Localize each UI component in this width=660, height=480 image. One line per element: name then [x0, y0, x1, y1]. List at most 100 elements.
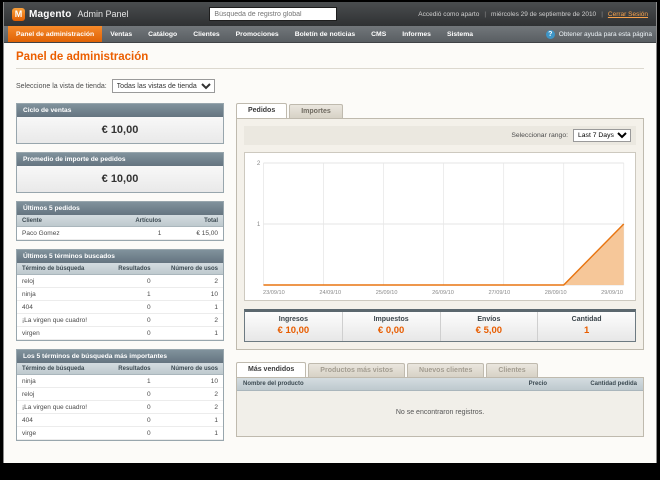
cell-uses: 1	[155, 300, 223, 314]
cell-uses: 2	[155, 400, 223, 414]
cell-uses: 2	[155, 387, 223, 401]
table-row[interactable]: 404 0 1	[17, 300, 223, 314]
table-row[interactable]: reloj 0 2	[17, 274, 223, 288]
store-view-label: Seleccione la vista de tienda:	[16, 82, 107, 90]
y-axis-label: 2	[257, 160, 261, 167]
table-row[interactable]: ninja 1 10	[17, 374, 223, 388]
col-usos: Número de usos	[155, 363, 223, 375]
cell-cliente: Paco Gomez	[17, 226, 103, 240]
cell-results: 0	[105, 326, 156, 340]
table-row[interactable]: virge 0 1	[17, 426, 223, 440]
table-header-row: Término de búsqueda Resultados Número de…	[17, 263, 223, 275]
cell-term: 404	[17, 300, 106, 314]
table-row[interactable]: 404 0 1	[17, 413, 223, 427]
magento-logo: M Magento Admin Panel	[12, 7, 129, 21]
page-title: Panel de administración	[16, 51, 644, 69]
nav-item-boletin[interactable]: Boletín de noticias	[287, 26, 363, 42]
table-row[interactable]: virgen 0 1	[17, 326, 223, 340]
total-envios: Envíos € 5,00	[441, 312, 539, 341]
table-row[interactable]: reloj 0 2	[17, 387, 223, 401]
nav-item-clientes[interactable]: Clientes	[185, 26, 227, 42]
nav-item-promociones[interactable]: Promociones	[228, 26, 287, 42]
tab-nuevos-clientes[interactable]: Nuevos clientes	[407, 363, 485, 377]
cell-uses: 10	[155, 374, 223, 388]
nav-item-cms[interactable]: CMS	[363, 26, 394, 42]
x-axis-label: 23/09/10	[263, 290, 285, 296]
cell-uses: 2	[155, 313, 223, 327]
col-cliente: Cliente	[17, 215, 103, 227]
x-axis-label: 26/09/10	[432, 290, 454, 296]
last-search-title: Últimos 5 términos buscados	[17, 250, 223, 263]
top-header: M Magento Admin Panel Accedió como apart…	[4, 2, 656, 26]
logout-link[interactable]: Cerrar Sesión	[608, 11, 648, 18]
divider: |	[601, 10, 603, 18]
tab-pedidos[interactable]: Pedidos	[236, 103, 288, 118]
total-value: 1	[583, 325, 590, 336]
cell-uses: 2	[155, 274, 223, 288]
col-total: Total	[166, 215, 223, 227]
table-row[interactable]: ninja 1 10	[17, 287, 223, 301]
col-usos: Número de usos	[155, 263, 223, 275]
cell-term: virge	[17, 426, 106, 440]
main-nav: Panel de administración Ventas Catálogo …	[4, 26, 656, 43]
bestsellers-grid: Nombre del producto Precio Cantidad pedi…	[236, 377, 644, 437]
cell-term: reloj	[17, 274, 106, 288]
table-row[interactable]: ¡La virgen que cuadro! 0 2	[17, 400, 223, 414]
tab-mas-vendidos[interactable]: Más vendidos	[236, 362, 307, 377]
tab-importes[interactable]: Importes	[289, 104, 343, 118]
cell-results: 0	[105, 387, 156, 401]
magento-logo-icon: M	[12, 7, 25, 21]
table-header-row: Cliente Artículos Total	[17, 215, 223, 227]
cell-term: ¡La virgen que cuadro!	[17, 400, 106, 414]
nav-item-dashboard[interactable]: Panel de administración	[8, 26, 103, 42]
date-text: miércoles 29 de septiembre de 2010	[491, 10, 597, 18]
cell-results: 0	[105, 300, 156, 314]
cell-term: ninja	[17, 374, 106, 388]
user-info: Accedió como aparto | miércoles 29 de se…	[418, 11, 648, 18]
nav-item-sistema[interactable]: Sistema	[439, 26, 481, 42]
global-search-input[interactable]	[209, 7, 338, 21]
table-row[interactable]: ¡La virgen que cuadro! 0 2	[17, 313, 223, 327]
help-link[interactable]: ? Obtener ayuda para esta página	[545, 26, 652, 42]
col-product-name: Nombre del producto	[243, 381, 304, 387]
chart-x-axis: 23/09/10 24/09/10 25/09/10 26/09/10 27/09/10…	[249, 289, 631, 298]
total-value: € 0,00	[377, 325, 405, 336]
y-axis-label: 1	[257, 221, 261, 228]
help-icon: ?	[545, 29, 555, 39]
range-selector-row: Seleccionar rango: Last 7 Days	[244, 126, 636, 145]
cell-results: 1	[105, 374, 156, 388]
total-label: Envíos	[477, 316, 501, 323]
grid-empty-message: No se encontraron registros.	[237, 391, 643, 436]
orders-chart-svg: 12	[257, 160, 625, 286]
nav-item-informes[interactable]: Informes	[394, 26, 439, 42]
cell-results: 0	[105, 413, 156, 427]
tab-clientes[interactable]: Clientes	[486, 363, 538, 377]
cell-uses: 1	[155, 326, 223, 340]
col-price: Precio	[528, 381, 547, 387]
divider: |	[484, 10, 487, 18]
total-label: Cantidad	[571, 316, 602, 323]
total-value: € 10,00	[277, 325, 310, 336]
orders-panel: Seleccionar rango: Last 7 Days 12 23/09/…	[236, 118, 644, 350]
total-impuestos: Impuestos € 0,00	[343, 312, 441, 341]
tab-productos-mas-vistos[interactable]: Productos más vistos	[308, 363, 406, 377]
store-view-select[interactable]: Todas las vistas de tienda	[111, 79, 215, 93]
top-search-title: Los 5 términos de búsqueda más important…	[17, 350, 223, 363]
help-link-label: Obtener ayuda para esta página	[558, 30, 652, 38]
cell-results: 1	[105, 287, 156, 301]
range-select[interactable]: Last 7 Days	[573, 129, 631, 142]
cell-results: 0	[105, 426, 156, 440]
cell-uses: 1	[155, 426, 223, 440]
orders-chart: 12 23/09/10 24/09/10 25/09/10 26/09/10 27/09…	[244, 152, 636, 301]
average-order-title: Promedio de importe de pedidos	[17, 153, 223, 166]
total-ingresos: Ingresos € 10,00	[245, 312, 343, 341]
nav-item-catalogo[interactable]: Catálogo	[140, 26, 185, 42]
page-content: Panel de administración Seleccione la vi…	[4, 43, 656, 463]
x-axis-label: 25/09/10	[375, 290, 398, 296]
logo-text: Magento	[29, 8, 72, 20]
col-articulos: Artículos	[102, 215, 167, 227]
cell-uses: 10	[155, 287, 223, 301]
dashboard-main: Pedidos Importes Seleccionar rango: Last…	[236, 103, 644, 449]
nav-item-ventas[interactable]: Ventas	[102, 26, 140, 42]
table-row[interactable]: Paco Gomez 1 € 15,00	[17, 226, 223, 240]
